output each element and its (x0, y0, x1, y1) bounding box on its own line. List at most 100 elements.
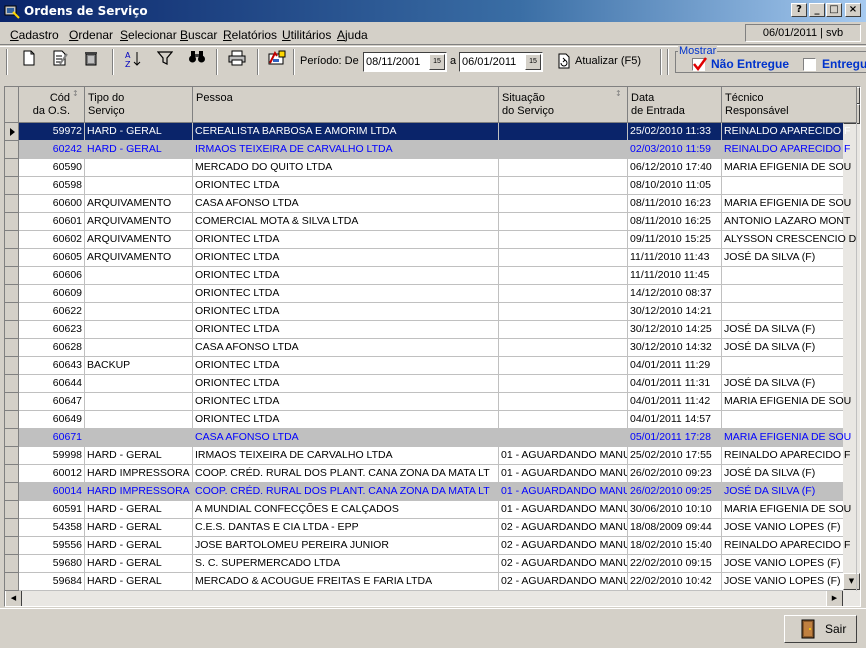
row-indicator[interactable] (5, 177, 19, 195)
date-to-input[interactable]: 06/01/2011 15 (459, 52, 543, 72)
row-indicator[interactable] (5, 285, 19, 303)
row-indicator[interactable] (5, 519, 19, 537)
row-indicator[interactable] (5, 339, 19, 357)
row-indicator[interactable] (5, 303, 19, 321)
table-row[interactable]: 60242 HARD - GERAL IRMAOS TEIXEIRA DE CARV… (5, 141, 857, 159)
menu-utilitarios[interactable]: Utilitários (282, 28, 331, 42)
table-row[interactable]: 60591 HARD - GERAL A MUNDIAL CONFECÇÕES E … (5, 501, 857, 519)
cell-tipo-servico (85, 411, 193, 429)
row-indicator[interactable] (5, 447, 19, 465)
table-row[interactable]: 59998 HARD - GERAL IRMAOS TEIXEIRA DE CARV… (5, 447, 857, 465)
row-indicator[interactable] (5, 573, 19, 591)
row-indicator[interactable] (5, 123, 19, 141)
cell-data-entrada: 04/01/2011 11:42 (628, 393, 722, 411)
table-row[interactable]: 60649 ORIONTEC LTDA 04/01/2011 14:57 (5, 411, 857, 429)
row-indicator[interactable] (5, 411, 19, 429)
table-row[interactable]: 60600 ARQUIVAMENTO CASA AFONSO LTDA 08/11/2… (5, 195, 857, 213)
row-indicator[interactable] (5, 375, 19, 393)
row-indicator[interactable] (5, 159, 19, 177)
table-row[interactable]: 60590 MERCADO DO QUITO LTDA 06/12/2010 17:… (5, 159, 857, 177)
scroll-right-arrow-icon[interactable]: ▶ (826, 590, 843, 606)
edit-document-icon[interactable] (48, 50, 72, 72)
maximize-button[interactable]: □ (826, 3, 842, 17)
column-header-data-entrada[interactable]: Data de Entrada (628, 87, 722, 123)
row-indicator[interactable] (5, 195, 19, 213)
table-row[interactable]: 59680 HARD - GERAL S. C. SUPERMERCADO LTDA… (5, 555, 857, 573)
column-header-situacao-servico[interactable]: Situação do Serviço (499, 87, 628, 123)
table-row[interactable]: 60598 ORIONTEC LTDA 08/10/2010 11:05 (5, 177, 857, 195)
menu-selecionar[interactable]: Selecionar (120, 28, 177, 42)
entregue-checkbox[interactable] (803, 58, 816, 71)
table-row[interactable]: 60609 ORIONTEC LTDA 14/12/2010 08:37 (5, 285, 857, 303)
column-header-pessoa[interactable]: Pessoa (193, 87, 499, 123)
row-indicator[interactable] (5, 537, 19, 555)
table-row[interactable]: 60605 ARQUIVAMENTO ORIONTEC LTDA 11/11/2010… (5, 249, 857, 267)
help-button[interactable]: ? (791, 3, 807, 17)
table-row[interactable]: 60622 ORIONTEC LTDA 30/12/2010 14:21 (5, 303, 857, 321)
row-indicator[interactable] (5, 429, 19, 447)
menu-ordenar[interactable]: Ordenar (69, 28, 113, 42)
table-row[interactable]: 60601 ARQUIVAMENTO COMERCIAL MOTA & SILVA … (5, 213, 857, 231)
close-button[interactable]: × (845, 3, 861, 17)
cell-tecnico-responsavel: REINALDO APARECIDO F (722, 537, 857, 555)
table-row[interactable]: 60628 CASA AFONSO LTDA 30/12/2010 14:32 JOS… (5, 339, 857, 357)
row-indicator[interactable] (5, 357, 19, 375)
menu-buscar[interactable]: Buscar (180, 28, 217, 42)
table-row[interactable]: 60643 BACKUP ORIONTEC LTDA 04/01/2011 11:29 (5, 357, 857, 375)
table-row[interactable]: 60606 ORIONTEC LTDA 11/11/2010 11:45 (5, 267, 857, 285)
nao-entregue-label: Não Entregue (711, 57, 790, 71)
cell-situacao-servico (499, 249, 628, 267)
cell-tipo-servico (85, 429, 193, 447)
row-indicator[interactable] (5, 267, 19, 285)
row-indicator[interactable] (5, 231, 19, 249)
row-indicator[interactable] (5, 321, 19, 339)
row-indicator[interactable] (5, 213, 19, 231)
table-row[interactable]: 59556 HARD - GERAL JOSE BARTOLOMEU PEREIRA… (5, 537, 857, 555)
title-bar[interactable]: Ordens de Serviço ? _ □ × (0, 0, 866, 22)
calendar-icon[interactable]: 15 (525, 54, 541, 70)
cell-tecnico-responsavel: ANTONIO LAZARO MONT (722, 213, 857, 231)
column-header-tecnico-responsavel[interactable]: Técnico Responsável (722, 87, 857, 123)
menu-cadastro[interactable]: Cadastro (10, 28, 59, 42)
report-colors-icon[interactable] (265, 50, 289, 72)
row-indicator[interactable] (5, 555, 19, 573)
horizontal-scrollbar[interactable]: ◀ ▶ (5, 590, 860, 606)
nao-entregue-checkbox[interactable] (692, 57, 707, 72)
row-indicator[interactable] (5, 483, 19, 501)
new-document-icon[interactable] (17, 50, 41, 72)
table-row[interactable]: 54358 HARD - GERAL C.E.S. DANTAS E CIA LTD… (5, 519, 857, 537)
row-indicator[interactable] (5, 393, 19, 411)
minimize-button[interactable]: _ (809, 3, 825, 17)
table-row[interactable]: 60014 HARD IMPRESSORA COOP. CRÉD. RURAL DO… (5, 483, 857, 501)
table-row[interactable]: 60012 HARD IMPRESSORA COOP. CRÉD. RURAL DO… (5, 465, 857, 483)
table-row[interactable]: 59972 HARD - GERAL CEREALISTA BARBOSA E AM… (5, 123, 857, 141)
menu-ajuda[interactable]: Ajuda (337, 28, 368, 42)
table-row[interactable]: 60671 CASA AFONSO LTDA 05/01/2011 17:28 MAR… (5, 429, 857, 447)
filter-icon[interactable] (153, 50, 177, 72)
row-indicator[interactable] (5, 501, 19, 519)
row-indicator[interactable] (5, 141, 19, 159)
table-row[interactable]: 59684 HARD - GERAL MERCADO & ACOUGUE FREIT… (5, 573, 857, 591)
sair-button[interactable]: Sair (784, 615, 857, 643)
menu-relatorios[interactable]: Relatórios (223, 28, 277, 42)
table-row[interactable]: 60647 ORIONTEC LTDA 04/01/2011 11:42 MARIA … (5, 393, 857, 411)
table-row[interactable]: 60623 ORIONTEC LTDA 30/12/2010 14:25 JOSÉ D… (5, 321, 857, 339)
cell-tipo-servico (85, 177, 193, 195)
row-indicator[interactable] (5, 465, 19, 483)
table-row[interactable]: 60602 ARQUIVAMENTO ORIONTEC LTDA 09/11/2010… (5, 231, 857, 249)
date-from-input[interactable]: 08/11/2001 15 (363, 52, 447, 72)
binoculars-search-icon[interactable] (185, 50, 209, 72)
row-indicator[interactable] (5, 249, 19, 267)
calendar-icon[interactable]: 15 (429, 54, 445, 70)
cell-data-entrada: 22/02/2010 09:15 (628, 555, 722, 573)
cell-pessoa: MERCADO & ACOUGUE FREITAS E FARIA LTDA (193, 573, 499, 591)
delete-trash-icon[interactable] (79, 50, 103, 72)
sort-az-icon[interactable]: AZ (121, 50, 145, 72)
table-row[interactable]: 60644 ORIONTEC LTDA 04/01/2011 11:31 JOSÉ D… (5, 375, 857, 393)
scroll-left-arrow-icon[interactable]: ◀ (5, 590, 22, 606)
atualizar-button[interactable]: Atualizar (F5) (552, 50, 644, 72)
printer-icon[interactable] (225, 50, 249, 72)
orders-grid[interactable]: ▲ ▼ ◀ ▶ Cód da O.S.↕Tipo do ServiçoPesso… (4, 86, 861, 607)
cell-pessoa: ORIONTEC LTDA (193, 321, 499, 339)
column-header-tipo-servico[interactable]: Tipo do Serviço (85, 87, 193, 123)
